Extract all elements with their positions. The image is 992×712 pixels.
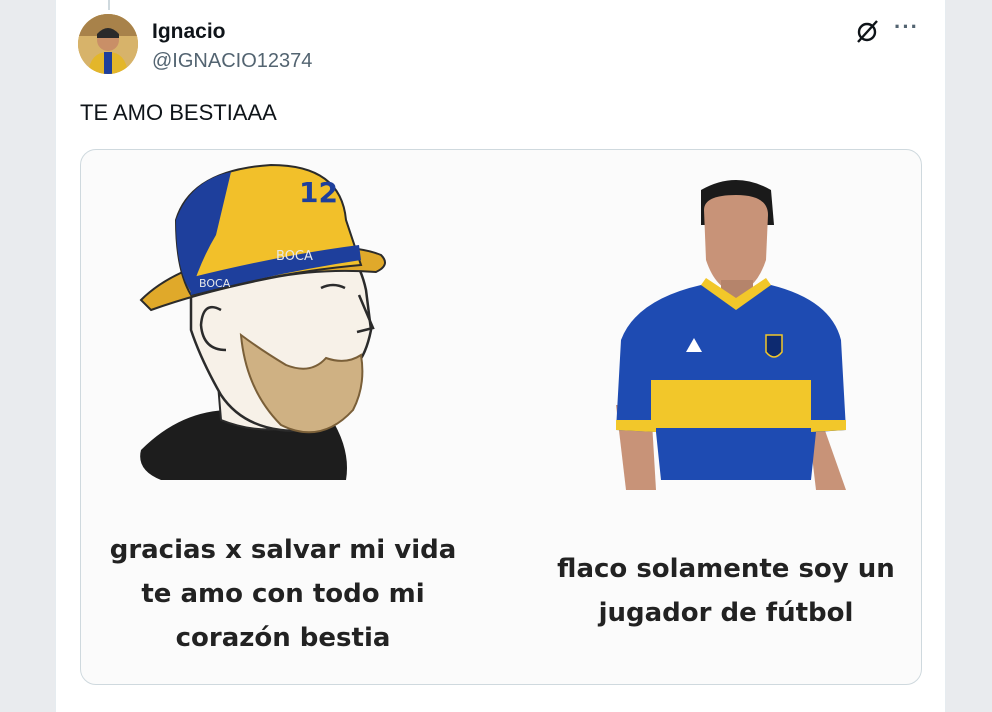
hat-text-front: BOCA <box>276 249 313 264</box>
user-name[interactable]: Ignacio <box>152 20 226 44</box>
tweet-media[interactable]: 12 BOCA BOCA gracias x salvar mi vida te… <box>80 149 922 685</box>
hat-number: 12 <box>299 176 338 209</box>
user-handle[interactable]: @IGNACIO12374 <box>152 50 312 73</box>
more-options-icon[interactable]: ··· <box>894 14 919 40</box>
avatar[interactable] <box>78 14 138 74</box>
meme-caption-left: gracias x salvar mi vida te amo con todo… <box>109 535 457 653</box>
tweet-text: TE AMO BESTIAAA <box>80 100 277 125</box>
avatar-image <box>78 14 138 74</box>
chad-meme-illustration: 12 BOCA BOCA <box>139 163 386 480</box>
grok-icon[interactable] <box>853 16 883 46</box>
meme-caption-right: flaco solamente soy un jugador de fútbol <box>557 554 895 628</box>
thread-connector <box>108 0 110 10</box>
tweet-card[interactable]: Ignacio @IGNACIO12374 ··· TE AMO BESTIAA… <box>55 0 946 712</box>
footballer-photo <box>616 180 846 490</box>
hat-text-side: BOCA <box>199 277 231 290</box>
